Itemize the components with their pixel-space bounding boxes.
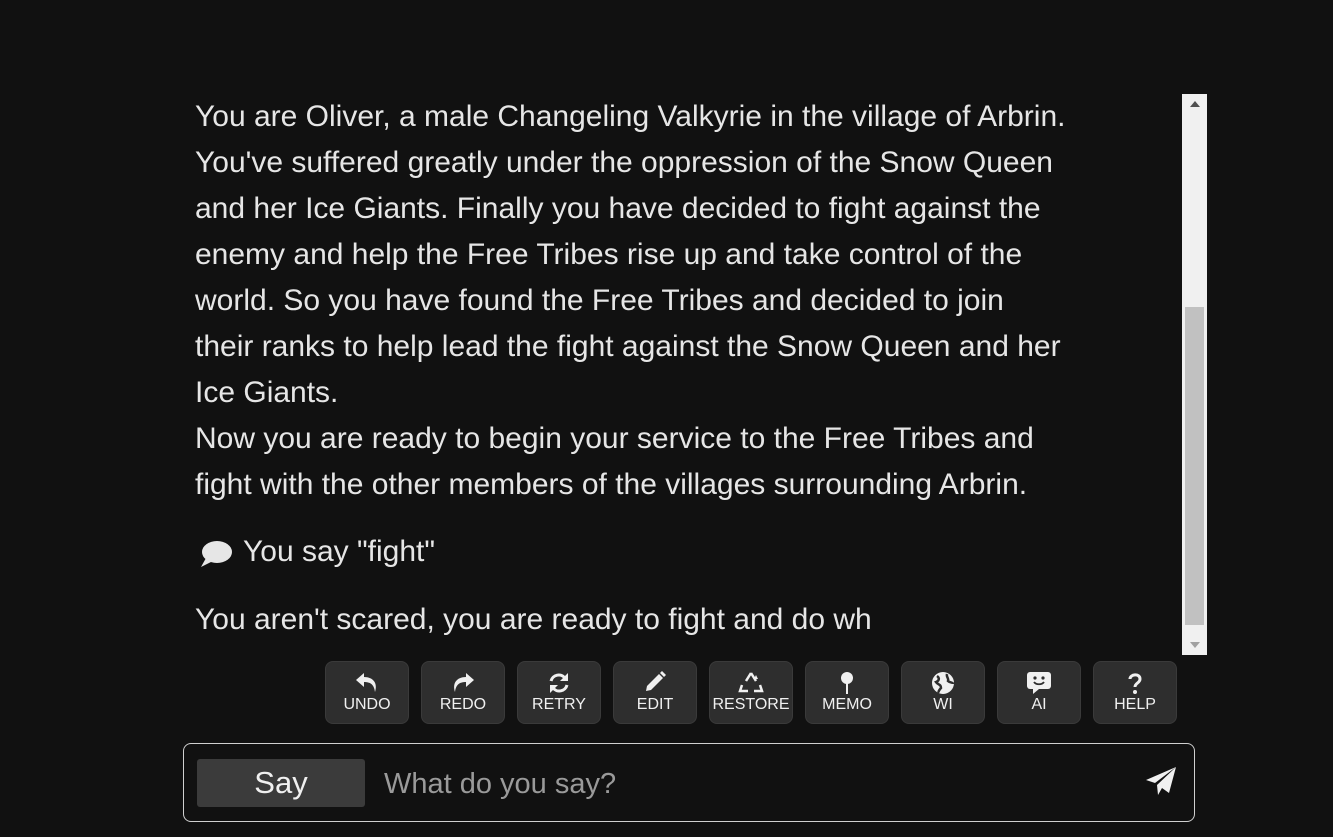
restore-label: RESTORE bbox=[712, 696, 790, 713]
restore-button[interactable]: RESTORE bbox=[709, 661, 793, 724]
scroll-up-arrow-icon[interactable] bbox=[1182, 94, 1207, 114]
retry-icon bbox=[545, 670, 573, 696]
send-button[interactable] bbox=[1142, 764, 1180, 802]
undo-icon bbox=[353, 670, 381, 696]
input-bar: Say bbox=[183, 743, 1195, 822]
action-text: You say "fight" bbox=[243, 535, 435, 568]
redo-label: REDO bbox=[439, 696, 487, 713]
ai-label: AI bbox=[1031, 696, 1047, 713]
pencil-icon bbox=[641, 670, 669, 696]
edit-button[interactable]: EDIT bbox=[613, 661, 697, 724]
story-line: their ranks to help lead the fight again… bbox=[195, 330, 1061, 363]
wi-label: WI bbox=[933, 696, 953, 713]
ai-chat-icon bbox=[1025, 670, 1053, 696]
retry-label: RETRY bbox=[532, 696, 586, 713]
retry-button[interactable]: RETRY bbox=[517, 661, 601, 724]
pin-icon bbox=[833, 670, 861, 696]
story-panel: You are Oliver, a male Changeling Valkyr… bbox=[183, 94, 1207, 655]
story-line: and her Ice Giants. Finally you have dec… bbox=[195, 192, 1041, 225]
story-line: enemy and help the Free Tribes rise up a… bbox=[195, 238, 1023, 271]
story-line: fight with the other members of the vill… bbox=[195, 468, 1028, 501]
story-line: You are Oliver, a male Changeling Valkyr… bbox=[195, 100, 1066, 133]
globe-icon bbox=[929, 670, 957, 696]
speech-bubble-icon bbox=[199, 537, 233, 567]
story-intro: You are Oliver, a male Changeling Valkyr… bbox=[195, 94, 1175, 508]
story-continuation: You aren't scared, you are ready to figh… bbox=[195, 603, 872, 636]
edit-label: EDIT bbox=[636, 696, 674, 713]
story-line: Ice Giants. bbox=[195, 376, 339, 409]
input-mode-button[interactable]: Say bbox=[197, 759, 365, 807]
ai-button[interactable]: AI bbox=[997, 661, 1081, 724]
help-label: HELP bbox=[1114, 696, 1156, 713]
story-line: world. So you have found the Free Tribes… bbox=[195, 284, 1004, 317]
wi-button[interactable]: WI bbox=[901, 661, 985, 724]
action-toolbar: UNDO REDO RETRY EDIT RESTORE MEMO WI AI … bbox=[325, 661, 1177, 724]
story-scrollbar[interactable] bbox=[1182, 94, 1207, 655]
question-icon bbox=[1121, 670, 1149, 696]
scroll-down-arrow-icon[interactable] bbox=[1182, 635, 1207, 655]
story-text: You are Oliver, a male Changeling Valkyr… bbox=[195, 94, 1175, 655]
send-icon bbox=[1145, 766, 1177, 801]
player-action: You say "fight" bbox=[195, 529, 1175, 575]
redo-icon bbox=[449, 670, 477, 696]
scrollbar-thumb[interactable] bbox=[1185, 307, 1204, 625]
help-button[interactable]: HELP bbox=[1093, 661, 1177, 724]
redo-button[interactable]: REDO bbox=[421, 661, 505, 724]
memo-label: MEMO bbox=[822, 696, 872, 713]
say-input[interactable] bbox=[382, 762, 1126, 806]
story-line: Now you are ready to begin your service … bbox=[195, 422, 1034, 455]
recycle-icon bbox=[737, 670, 765, 696]
story-line: You've suffered greatly under the oppres… bbox=[195, 146, 1053, 179]
undo-label: UNDO bbox=[343, 696, 391, 713]
memo-button[interactable]: MEMO bbox=[805, 661, 889, 724]
undo-button[interactable]: UNDO bbox=[325, 661, 409, 724]
